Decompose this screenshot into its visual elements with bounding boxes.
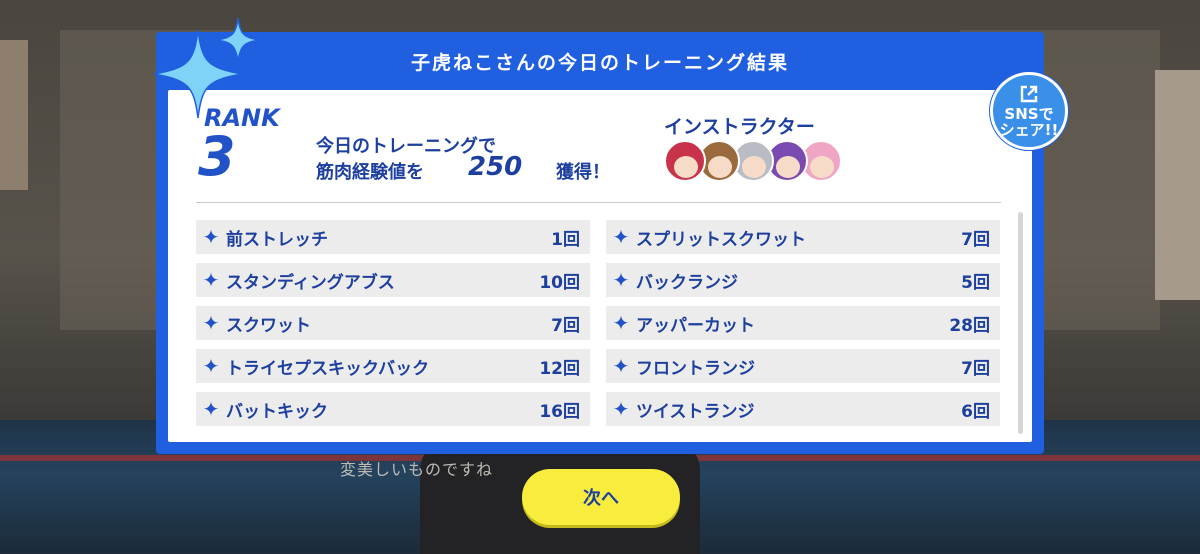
exercise-count: 16回: [539, 401, 580, 422]
sparkle-bullet-icon: ✦: [202, 311, 220, 335]
sparkle-bullet-icon: ✦: [202, 268, 220, 292]
exercise-row: ✦ スクワット 7回: [196, 306, 590, 340]
wall-poster: [0, 40, 28, 190]
exercise-name: バットキック: [226, 401, 328, 422]
sparkle-bullet-icon: ✦: [202, 225, 220, 249]
instructor-avatars: [664, 140, 842, 182]
instructor-red-hair-avatar: [664, 140, 706, 182]
sparkle-bullet-icon: ✦: [612, 397, 630, 421]
scrollbar[interactable]: [1018, 212, 1023, 434]
exercise-count: 6回: [961, 401, 990, 422]
exercise-name: ツイストランジ: [636, 401, 755, 422]
instructor-label: インストラクター: [664, 116, 815, 138]
training-result-dialog: 子虎ねこさんの今日のトレーニング結果 RANK 3 今日のトレーニングで 筋肉経…: [156, 32, 1044, 454]
exercise-count: 7回: [551, 315, 580, 336]
sparkle-bullet-icon: ✦: [612, 268, 630, 292]
gain-text-suffix: 獲得！: [556, 162, 610, 183]
divider: [196, 202, 1001, 203]
exercise-name: バックランジ: [636, 272, 738, 293]
wall-poster: [1155, 70, 1200, 300]
exercise-name: トライセプスキックバック: [226, 358, 430, 379]
exercise-count: 1回: [551, 229, 580, 250]
exercise-name: スタンディングアブス: [226, 272, 395, 293]
exercise-count: 28回: [949, 315, 990, 336]
sparkle-bullet-icon: ✦: [612, 225, 630, 249]
sns-share-line2: シェア!!: [999, 121, 1059, 139]
avatar-face: [810, 156, 834, 178]
background-dialogue-text: 変美しいものですね: [340, 460, 494, 479]
avatar-face: [674, 156, 698, 178]
dialog-title: 子虎ねこさんの今日のトレーニング結果: [410, 51, 789, 74]
exercise-count: 7回: [961, 229, 990, 250]
sparkle-bullet-icon: ✦: [202, 354, 220, 378]
dialog-body: RANK 3 今日のトレーニングで 筋肉経験値を 250 獲得！ インストラクタ…: [168, 90, 1032, 442]
exercise-row: ✦ アッパーカット 28回: [606, 306, 1000, 340]
exercise-name: スプリットスクワット: [636, 229, 806, 250]
sns-share-button[interactable]: SNSで シェア!!: [990, 72, 1068, 150]
exercise-row: ✦ フロントランジ 7回: [606, 349, 1000, 383]
exercise-row: ✦ 前ストレッチ 1回: [196, 220, 590, 254]
exercise-row: ✦ バックランジ 5回: [606, 263, 1000, 297]
exercise-row: ✦ バットキック 16回: [196, 392, 590, 426]
sparkle-decoration-icon: [153, 18, 261, 118]
exercise-count: 12回: [539, 358, 580, 379]
exercise-name: スクワット: [226, 315, 311, 336]
sns-share-line1: SNSで: [1004, 105, 1054, 123]
exercise-row: ✦ ツイストランジ 6回: [606, 392, 1000, 426]
sparkle-bullet-icon: ✦: [202, 397, 220, 421]
gain-text-line2: 筋肉経験値を: [316, 162, 424, 183]
exercise-name: フロントランジ: [636, 358, 755, 379]
sparkle-bullet-icon: ✦: [612, 311, 630, 335]
exercise-count: 5回: [961, 272, 990, 293]
experience-amount: 250: [468, 152, 523, 182]
exercise-name: アッパーカット: [636, 315, 755, 336]
avatar-face: [742, 156, 766, 178]
avatar-face: [776, 156, 800, 178]
exercise-row: ✦ スタンディングアブス 10回: [196, 263, 590, 297]
external-link-icon: [1020, 85, 1038, 103]
exercise-row: ✦ スプリットスクワット 7回: [606, 220, 1000, 254]
exercise-name: 前ストレッチ: [226, 229, 328, 250]
exercise-count: 10回: [539, 272, 580, 293]
sparkle-bullet-icon: ✦: [612, 354, 630, 378]
next-button[interactable]: 次へ: [522, 469, 680, 525]
avatar-face: [708, 156, 732, 178]
exercise-count: 7回: [961, 358, 990, 379]
exercise-row: ✦ トライセプスキックバック 12回: [196, 349, 590, 383]
rank-value: 3: [198, 125, 236, 188]
